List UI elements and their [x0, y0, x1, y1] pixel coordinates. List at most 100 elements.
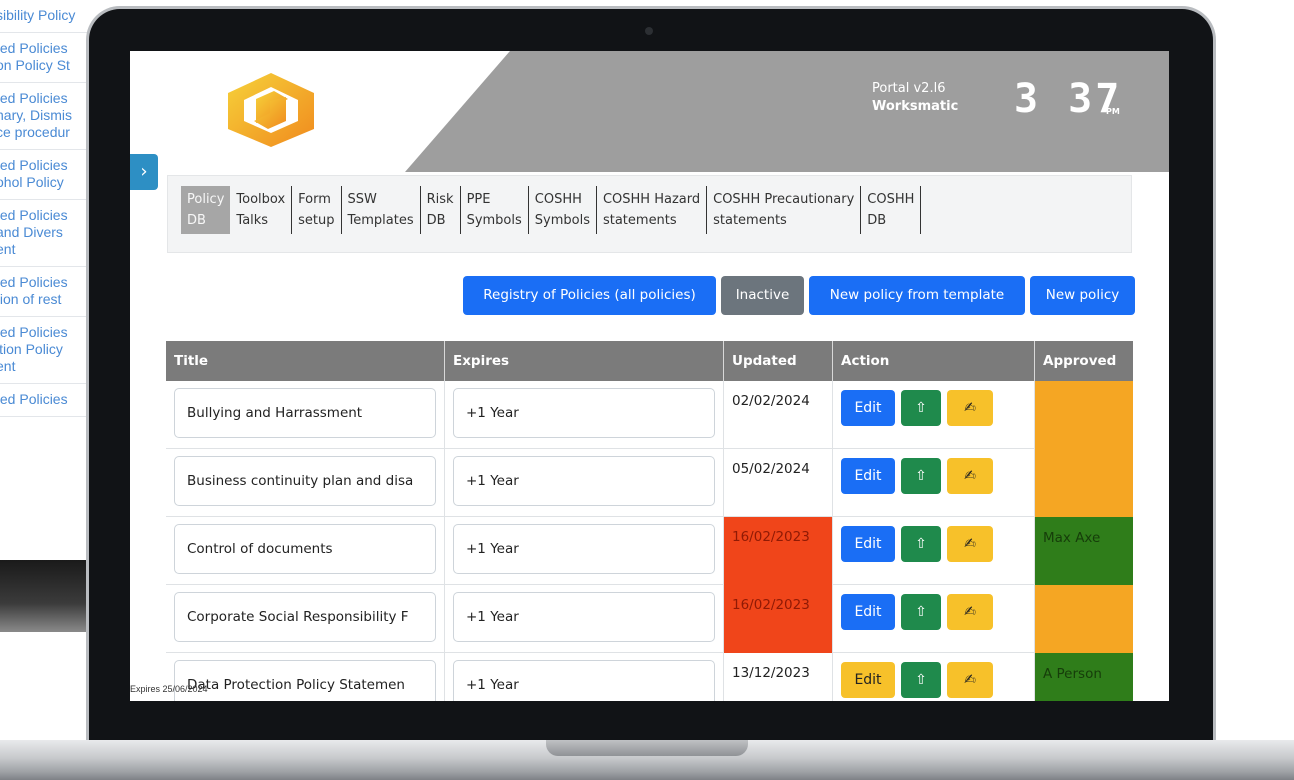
tab-label: setup [298, 213, 335, 228]
tab-label: Policy [187, 192, 225, 207]
background-list-item-line: ted Policies [0, 207, 68, 223]
expires-select[interactable]: +1 Year [453, 388, 715, 438]
table-row: Corporate Social Responsibility F +1 Year… [166, 585, 1133, 653]
new-from-template-button[interactable]: New policy from template [809, 276, 1025, 315]
header-expires: Expires [445, 341, 724, 381]
upload-icon[interactable]: ⇧ [901, 458, 941, 494]
edit-button[interactable]: Edit [841, 662, 895, 698]
title-input[interactable]: Business continuity plan and disa [174, 456, 436, 506]
upload-icon[interactable]: ⇧ [901, 594, 941, 630]
updated-date: 13/12/2023 [724, 653, 833, 701]
edit-button[interactable]: Edit [841, 390, 895, 426]
app-screen: Portal v2.l6 Worksmatic 3 37 PM › Policy… [130, 51, 1169, 701]
background-list-item-line: ted Policies [0, 324, 68, 340]
title-cell: Corporate Social Responsibility F [166, 585, 445, 653]
tab-label: COSHH [534, 192, 582, 207]
background-list-item: ted Policies and Diversent [0, 200, 100, 267]
new-policy-button[interactable]: New policy [1030, 276, 1135, 315]
expires-select[interactable]: +1 Year [453, 456, 715, 506]
tab-label: PPE [466, 192, 491, 207]
signature-icon[interactable]: ✍ [947, 390, 993, 426]
background-list-item: sibility Policy [0, 0, 100, 33]
laptop-notch [546, 740, 748, 756]
background-list-item-line: ted Policies [0, 40, 68, 56]
action-cell: Edit ⇧ ✍ [833, 449, 1035, 517]
signature-icon[interactable]: ✍ [947, 662, 993, 698]
background-list-item-line: sibility Policy [0, 7, 76, 23]
edit-button[interactable]: Edit [841, 594, 895, 630]
tab-label: statements [602, 213, 677, 228]
background-list-item-line: ce procedur [0, 124, 70, 140]
updated-date: 16/02/2023 [724, 585, 833, 653]
table-row: Business continuity plan and disa +1 Year… [166, 449, 1133, 517]
tab-policy-db[interactable]: Policy DB [181, 186, 231, 234]
updated-date: 16/02/2023 [724, 517, 833, 585]
edit-button[interactable]: Edit [841, 458, 895, 494]
chevron-right-icon: › [140, 161, 148, 182]
tab-label: COSHH Precautionary [713, 192, 855, 207]
upload-icon[interactable]: ⇧ [901, 526, 941, 562]
approved-cell [1035, 585, 1133, 653]
tab-coshh-precautionary-statements[interactable]: COSHH Precautionary statements [707, 186, 862, 234]
tab-label: COSHH Hazard [602, 192, 701, 207]
background-list-item: ted Policies on Policy St [0, 33, 100, 83]
tab-ssw-templates[interactable]: SSW Templates [342, 186, 421, 234]
title-input[interactable]: Bullying and Harrassment [174, 388, 436, 438]
company-logo-icon [228, 73, 314, 147]
signature-icon[interactable]: ✍ [947, 594, 993, 630]
clock-suffix: PM [1106, 107, 1120, 116]
expires-select[interactable]: +1 Year [453, 524, 715, 574]
edit-button[interactable]: Edit [841, 526, 895, 562]
tab-label: Symbols [466, 213, 522, 228]
table-header: Title Expires Updated Action Approved [166, 341, 1133, 381]
tab-label: Form [298, 192, 331, 207]
tab-coshh-hazard-statements[interactable]: COSHH Hazard statements [597, 186, 708, 234]
sidebar-toggle-button[interactable]: › [130, 154, 158, 190]
approved-cell: A Person [1035, 653, 1133, 701]
tab-label: DB [426, 213, 446, 228]
tab-label: Symbols [534, 213, 590, 228]
tab-toolbox-talks[interactable]: Toolbox Talks [230, 186, 293, 234]
background-laptop-base [0, 560, 100, 632]
upload-icon[interactable]: ⇧ [901, 662, 941, 698]
title-input[interactable]: Control of documents [174, 524, 436, 574]
expires-cell: +1 Year [445, 449, 724, 517]
background-list-item-line: ted Policies [0, 274, 68, 290]
action-cell: Edit ⇧ ✍ [833, 517, 1035, 585]
background-list-item-line: and Divers [0, 224, 63, 240]
table-row: Data Protection Policy Statemen +1 Year 13… [166, 653, 1133, 701]
background-list-item-line: ted Policies [0, 90, 68, 106]
tab-label: Toolbox [236, 192, 286, 207]
title-cell: Control of documents [166, 517, 445, 585]
updated-date: 02/02/2024 [724, 381, 833, 449]
header-updated: Updated [724, 341, 833, 381]
tab-ppe-symbols[interactable]: PPE Symbols [461, 186, 529, 234]
tab-form-setup[interactable]: Form setup [292, 186, 342, 234]
registry-button[interactable]: Registry of Policies (all policies) [463, 276, 716, 315]
tab-risk-db[interactable]: Risk DB [421, 186, 461, 234]
title-input[interactable]: Data Protection Policy Statemen [174, 660, 436, 701]
background-list-item: ted Policies nary, Dismis ce procedur [0, 83, 100, 150]
expires-cell: +1 Year [445, 585, 724, 653]
tab-label: statements [713, 213, 787, 228]
tab-coshh-db[interactable]: COSHH DB [861, 186, 922, 234]
expires-select[interactable]: +1 Year [453, 660, 715, 701]
tab-list: Policy DB Toolbox Talks Form setup SSW Template… [181, 186, 922, 234]
table-row: Control of documents +1 Year 16/02/2023 Edi… [166, 517, 1133, 585]
inactive-button[interactable]: Inactive [721, 276, 804, 315]
expires-select[interactable]: +1 Year [453, 592, 715, 642]
tab-coshh-symbols[interactable]: COSHH Symbols [529, 186, 597, 234]
expires-cell: +1 Year [445, 381, 724, 449]
tab-label: Talks [236, 213, 269, 228]
camera-icon [645, 27, 653, 35]
upload-icon[interactable]: ⇧ [901, 390, 941, 426]
expires-cell: +1 Year [445, 653, 724, 701]
background-list-item-line: tion of rest [0, 291, 62, 307]
title-input[interactable]: Corporate Social Responsibility F [174, 592, 436, 642]
title-cell: Data Protection Policy Statemen [166, 653, 445, 701]
toolbar: Registry of Policies (all policies) Inac… [130, 276, 1169, 316]
signature-icon[interactable]: ✍ [947, 526, 993, 562]
background-list-item-line: ohol Policy [0, 174, 64, 190]
action-cell: Edit ⇧ ✍ [833, 381, 1035, 449]
signature-icon[interactable]: ✍ [947, 458, 993, 494]
